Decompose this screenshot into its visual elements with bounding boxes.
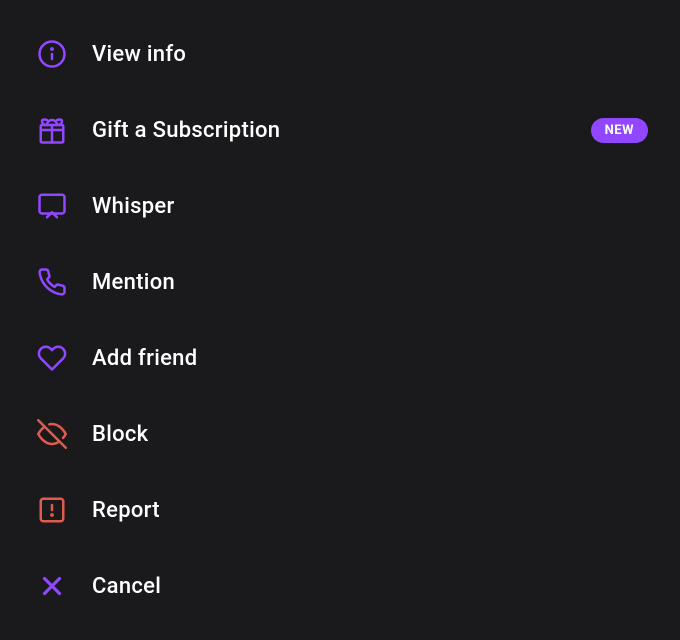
- report-icon: [32, 490, 72, 530]
- chat-icon: [32, 186, 72, 226]
- menu-item-whisper[interactable]: Whisper: [0, 168, 680, 244]
- view-info-label: View info: [92, 42, 186, 67]
- menu-item-gift-subscription[interactable]: Gift a Subscription NEW: [0, 92, 680, 168]
- add-friend-label: Add friend: [92, 346, 197, 371]
- menu-item-mention[interactable]: Mention: [0, 244, 680, 320]
- mention-label: Mention: [92, 270, 175, 295]
- whisper-label: Whisper: [92, 194, 175, 219]
- heart-icon: [32, 338, 72, 378]
- eye-slash-icon: [32, 414, 72, 454]
- menu-item-view-info[interactable]: View info: [0, 16, 680, 92]
- gift-icon: [32, 110, 72, 150]
- info-circle-icon: [32, 34, 72, 74]
- cancel-label: Cancel: [92, 574, 161, 599]
- menu-item-add-friend[interactable]: Add friend: [0, 320, 680, 396]
- gift-subscription-label: Gift a Subscription: [92, 118, 280, 143]
- menu-item-cancel[interactable]: Cancel: [0, 548, 680, 624]
- report-label: Report: [92, 498, 160, 523]
- menu-item-block[interactable]: Block: [0, 396, 680, 472]
- phone-icon: [32, 262, 72, 302]
- block-label: Block: [92, 422, 148, 447]
- new-badge: NEW: [591, 118, 648, 143]
- menu-item-report[interactable]: Report: [0, 472, 680, 548]
- context-menu: View info Gift a Subscription NEW Whispe…: [0, 8, 680, 632]
- x-icon: [32, 566, 72, 606]
